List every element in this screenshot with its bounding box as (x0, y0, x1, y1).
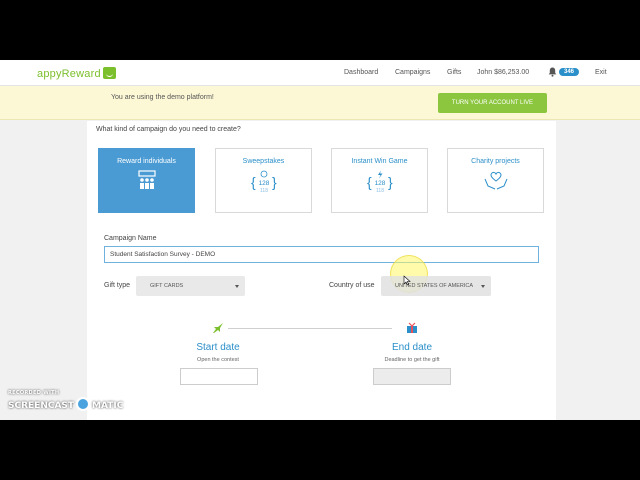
gift-type-select[interactable]: GIFT CARDS (136, 276, 245, 296)
nav-dashboard[interactable]: Dashboard (344, 69, 378, 76)
end-date-input[interactable] (373, 368, 451, 385)
svg-text:{: { (367, 174, 372, 190)
sweepstakes-128-icon: { } 128 118 (251, 170, 277, 194)
chevron-down-icon (481, 285, 485, 288)
campaign-type-card-sweepstakes[interactable]: Sweepstakes { } 128 118 (215, 148, 312, 213)
nav-exit[interactable]: Exit (595, 69, 607, 76)
mascot-icon (102, 67, 116, 79)
start-date-input[interactable] (180, 368, 258, 385)
campaign-type-label: Reward individuals (117, 158, 176, 165)
end-date-subtitle: Deadline to get the gift (384, 357, 440, 363)
rocket-icon (213, 323, 223, 333)
campaign-name-input[interactable] (104, 246, 539, 263)
card-glyph-small: 118 (376, 188, 384, 194)
mouse-pointer-icon (403, 275, 411, 286)
logo-text: appyReward (37, 68, 101, 80)
svg-text:}: } (388, 174, 393, 190)
campaign-type-card-instant-win[interactable]: Instant Win Game { } 128 118 (331, 148, 428, 213)
card-glyph-big: 128 (258, 180, 269, 187)
nav-campaigns[interactable]: Campaigns (395, 69, 430, 76)
end-date-title: End date (391, 342, 433, 353)
screencast-logo-icon (76, 397, 91, 411)
app-logo[interactable]: appyReward (37, 67, 116, 80)
card-glyph-big: 128 (374, 180, 385, 187)
demo-banner-text: You are using the demo platform! (111, 94, 214, 101)
campaign-type-label: Sweepstakes (242, 158, 285, 165)
chevron-down-icon (235, 285, 239, 288)
svg-text:{: { (251, 174, 256, 190)
campaign-type-label: Charity projects (471, 158, 520, 165)
bell-icon[interactable] (548, 67, 557, 77)
svg-text:}: } (272, 174, 277, 190)
nav-gifts[interactable]: Gifts (447, 69, 461, 76)
campaign-type-question: What kind of campaign do you need to cre… (96, 126, 241, 133)
turn-account-live-button[interactable]: TURN YOUR ACCOUNT LIVE (438, 93, 547, 113)
screencast-watermark: RECORDED WITH SCREENCAST MATIC (8, 390, 123, 411)
top-nav-bar: appyReward Dashboard Campaigns Gifts Joh… (0, 60, 640, 86)
instant-win-128-icon: { } 128 118 (367, 170, 393, 194)
campaign-type-card-reward-individuals[interactable]: Reward individuals (98, 148, 195, 213)
app-viewport: appyReward Dashboard Campaigns Gifts Joh… (0, 60, 640, 420)
start-date-subtitle: Open the contest (197, 357, 239, 363)
campaign-name-label: Campaign Name (104, 235, 157, 242)
country-select[interactable]: UNITED STATES OF AMERICA (381, 276, 491, 296)
campaign-type-label: Instant Win Game (351, 158, 408, 165)
heart-hands-icon (484, 171, 507, 190)
gift-type-label: Gift type (104, 282, 131, 289)
nav-user-balance[interactable]: John $86,253.00 (477, 69, 529, 76)
watermark-left-text: SCREENCAST (8, 401, 75, 411)
people-group-icon (137, 170, 156, 189)
gift-type-value: GIFT CARDS (150, 283, 184, 289)
date-timeline (228, 328, 392, 329)
watermark-right-text: MATIC (92, 401, 124, 411)
country-label: Country of use (329, 282, 375, 289)
notification-count-badge: 346 (559, 68, 580, 76)
card-glyph-small: 118 (260, 188, 268, 194)
start-date-title: Start date (196, 342, 240, 353)
gift-box-icon (407, 322, 417, 333)
campaign-type-card-charity[interactable]: Charity projects (447, 148, 544, 213)
watermark-top-text: RECORDED WITH (8, 390, 60, 396)
